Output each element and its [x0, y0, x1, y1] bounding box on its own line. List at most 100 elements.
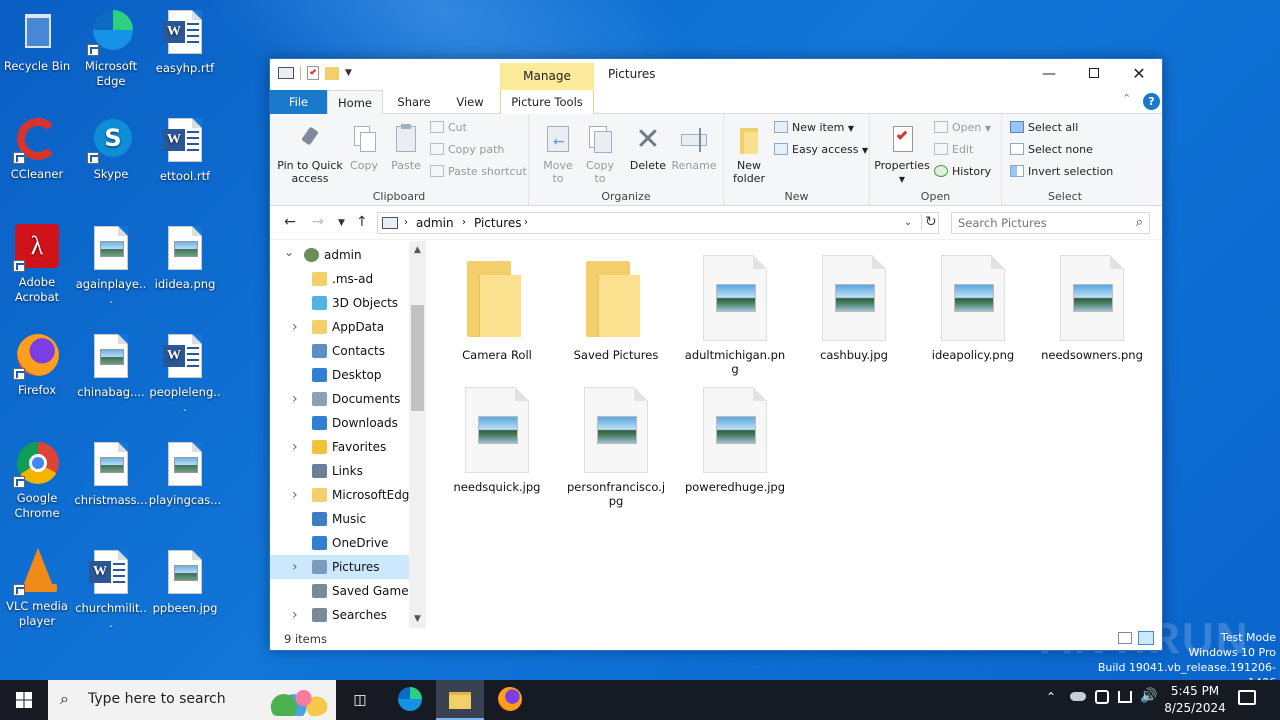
forward-button[interactable]: → — [312, 214, 324, 230]
folder-item[interactable]: Camera Roll — [446, 255, 548, 362]
file-item[interactable]: adultmichigan.png — [684, 255, 786, 376]
desktop-icon-chrome[interactable]: Google Chrome — [0, 440, 74, 521]
expand-chevron-icon[interactable]: › — [292, 555, 298, 579]
tab-picture-tools[interactable]: Picture Tools — [500, 90, 594, 114]
desktop-icon-ididea[interactable]: ididea.png — [148, 224, 222, 292]
expand-chevron-icon[interactable]: › — [292, 387, 298, 411]
firefox-taskbar-icon[interactable] — [486, 680, 534, 720]
taskbar-search[interactable]: ⌕ Type here to search — [48, 680, 336, 720]
meet-now-tray-icon[interactable] — [1095, 690, 1109, 704]
scroll-down-icon[interactable]: ▼ — [409, 612, 426, 626]
collapse-ribbon-icon[interactable]: ⌃ — [1122, 92, 1131, 105]
customize-qat-icon[interactable]: ▼ — [345, 68, 352, 78]
desktop-icon-againplaye[interactable]: againplaye... — [74, 224, 148, 307]
address-dropdown-icon[interactable]: ⌄ — [904, 217, 912, 228]
nav-item[interactable]: › MicrosoftEdge — [270, 483, 417, 507]
nav-item[interactable]: ⌄ admin — [270, 243, 409, 267]
edge-taskbar-icon[interactable] — [386, 680, 434, 720]
refresh-icon[interactable]: ↻ — [921, 214, 937, 230]
desktop-icon-recycle-bin[interactable]: Recycle Bin — [0, 8, 74, 74]
open-button[interactable]: Open ▼ — [934, 118, 991, 138]
file-explorer-taskbar-icon[interactable] — [436, 680, 484, 720]
desktop-icon-acrobat[interactable]: λ Adobe Acrobat — [0, 224, 74, 305]
nav-item[interactable]: Contacts — [270, 339, 409, 363]
desktop-icon-playingcas[interactable]: playingcas... — [148, 440, 222, 508]
desktop-icon-skype[interactable]: S Skype — [74, 116, 148, 182]
nav-item[interactable]: OneDrive — [270, 531, 409, 555]
volume-tray-icon[interactable]: 🔊 — [1140, 688, 1157, 704]
tab-file[interactable]: File — [270, 90, 327, 114]
back-button[interactable]: ← — [284, 214, 296, 230]
paste-button[interactable]: Paste — [386, 124, 426, 172]
help-icon[interactable]: ? — [1143, 93, 1160, 110]
nav-item[interactable]: Links — [270, 459, 409, 483]
maximize-button[interactable] — [1071, 59, 1117, 89]
task-view-button[interactable]: ◫ — [336, 680, 384, 720]
new-folder-qat-icon[interactable] — [325, 66, 339, 80]
delete-button[interactable]: ✕ Delete — [627, 124, 669, 173]
expand-chevron-icon[interactable]: › — [292, 483, 298, 507]
nav-item[interactable]: › Favorites — [270, 435, 409, 459]
move-to-button[interactable]: ← Move to — [537, 124, 579, 185]
select-all-button[interactable]: Select all — [1010, 118, 1078, 138]
nav-item[interactable]: 3D Objects — [270, 291, 409, 315]
scroll-thumb[interactable] — [411, 305, 424, 411]
file-item[interactable]: cashbuy.jpg — [803, 255, 905, 362]
search-input[interactable] — [952, 213, 1122, 233]
address-bar[interactable]: › admin › Pictures › ⌄ ↻ — [377, 212, 939, 234]
tab-home[interactable]: Home — [327, 90, 383, 115]
start-button[interactable] — [0, 680, 48, 720]
easy-access-button[interactable]: Easy access ▼ — [774, 140, 868, 160]
nav-item[interactable]: Downloads — [270, 411, 409, 435]
nav-item[interactable]: › Searches — [270, 603, 409, 627]
tab-share[interactable]: Share — [388, 90, 440, 114]
invert-selection-button[interactable]: Invert selection — [1010, 162, 1113, 182]
file-item[interactable]: ideapolicy.png — [922, 255, 1024, 362]
copy-button[interactable]: Copy — [344, 124, 384, 172]
cut-button[interactable]: Cut — [430, 118, 467, 138]
desktop-icon-christmass[interactable]: christmass... — [74, 440, 148, 508]
taskbar-clock[interactable]: 5:45 PM 8/25/2024 — [1163, 683, 1227, 717]
explorer-app-icon[interactable] — [278, 67, 294, 79]
network-tray-icon[interactable] — [1118, 691, 1132, 703]
desktop-icon-vlc[interactable]: VLC media player — [0, 548, 74, 629]
properties-button[interactable]: Properties ▼ — [872, 124, 932, 186]
manage-context-tab[interactable]: Manage — [500, 63, 594, 90]
file-item[interactable]: needsquick.jpg — [446, 387, 548, 494]
large-icons-view-icon[interactable] — [1138, 631, 1154, 645]
breadcrumb-admin[interactable]: admin — [416, 216, 454, 230]
new-item-button[interactable]: New item ▼ — [774, 118, 854, 138]
tab-view[interactable]: View — [444, 90, 496, 114]
file-item[interactable]: poweredhuge.jpg — [684, 387, 786, 494]
close-button[interactable]: ✕ — [1116, 59, 1162, 89]
scroll-up-icon[interactable]: ▲ — [409, 243, 426, 257]
recent-locations-dropdown[interactable]: ▼ — [338, 218, 345, 228]
desktop-icon-edge[interactable]: Microsoft Edge — [74, 8, 148, 89]
file-item[interactable]: personfrancisco.jpg — [565, 387, 667, 508]
pin-to-quick-access-button[interactable]: Pin to Quick access — [276, 124, 344, 185]
nav-item[interactable]: › Pictures — [270, 555, 409, 579]
desktop-icon-easyhp[interactable]: W easyhp.rtf — [148, 8, 222, 76]
collapse-chevron-icon[interactable]: ⌄ — [284, 241, 294, 264]
minimize-button[interactable]: — — [1026, 59, 1072, 89]
desktop-icon-peopleleng[interactable]: W peopleleng... — [148, 332, 222, 415]
onedrive-tray-icon[interactable] — [1070, 692, 1086, 701]
file-item[interactable]: needsowners.png — [1041, 255, 1143, 362]
rename-button[interactable]: Rename — [669, 124, 719, 172]
select-none-button[interactable]: Select none — [1010, 140, 1093, 160]
navigation-pane-scrollbar[interactable]: ▲ ▼ — [409, 241, 426, 628]
breadcrumb-pictures[interactable]: Pictures — [474, 216, 522, 230]
desktop-icon-chinabag[interactable]: chinabag.... — [74, 332, 148, 400]
paste-shortcut-button[interactable]: Paste shortcut — [430, 162, 527, 182]
search-icon[interactable]: ⌕ — [1136, 215, 1143, 230]
nav-item[interactable]: Desktop — [270, 363, 409, 387]
edit-button[interactable]: Edit — [934, 140, 973, 160]
expand-chevron-icon[interactable]: › — [292, 435, 298, 459]
desktop-icon-churchmilit[interactable]: W churchmilit... — [74, 548, 148, 631]
nav-item[interactable]: Music — [270, 507, 409, 531]
expand-chevron-icon[interactable]: › — [292, 315, 298, 339]
history-button[interactable]: History — [934, 162, 991, 182]
nav-item[interactable]: Saved Games — [270, 579, 415, 603]
notifications-icon[interactable] — [1238, 690, 1256, 705]
desktop-icon-ccleaner[interactable]: CCleaner — [0, 116, 74, 182]
